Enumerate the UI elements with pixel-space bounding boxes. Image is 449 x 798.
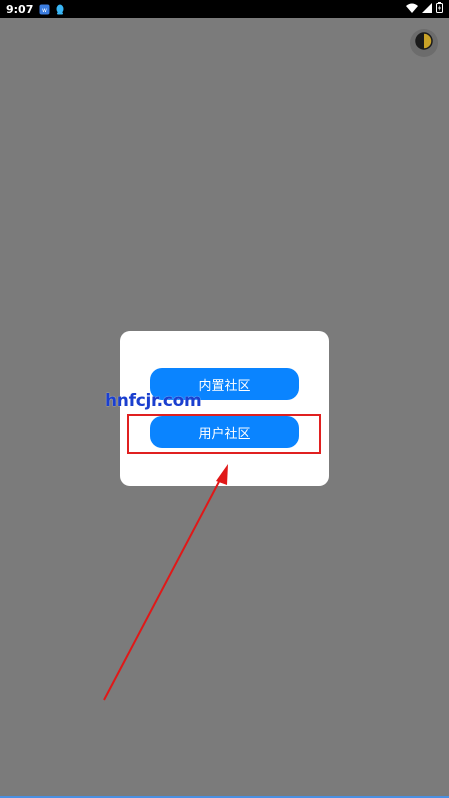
annotation-arrow bbox=[103, 464, 228, 701]
